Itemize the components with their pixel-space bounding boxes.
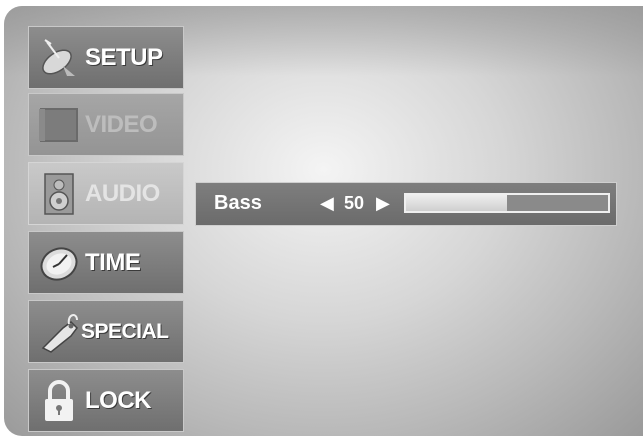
menu-item-label: VIDEO <box>85 110 158 138</box>
menu-item-label: SETUP <box>85 43 163 71</box>
speaker-icon <box>37 172 81 216</box>
menu-item-label: LOCK <box>85 386 152 414</box>
increase-arrow-icon[interactable]: ▶ <box>376 193 390 214</box>
monitor-icon <box>37 103 81 147</box>
osd-screen: SETUP VIDEO AUDIO TIME SPECIAL LOCK Bass… <box>4 6 643 436</box>
decrease-arrow-icon[interactable]: ◀ <box>320 193 334 214</box>
menu-item-special[interactable]: SPECIAL <box>28 300 184 363</box>
padlock-icon <box>37 379 81 423</box>
satellite-dish-icon <box>37 36 81 80</box>
menu-item-time[interactable]: TIME <box>28 231 184 294</box>
menu-item-lock[interactable]: LOCK <box>28 369 184 432</box>
menu-item-setup[interactable]: SETUP <box>28 26 184 89</box>
bass-slider-fill <box>406 195 507 211</box>
menu-item-label: AUDIO <box>85 179 160 207</box>
menu-item-label: SPECIAL <box>81 319 169 343</box>
menu-item-video[interactable]: VIDEO <box>28 93 184 156</box>
bass-value: 50 <box>344 193 365 213</box>
clock-icon <box>37 241 81 285</box>
bass-setting-row[interactable]: Bass ◀ 50 ▶ <box>195 182 617 226</box>
menu-item-label: TIME <box>85 248 141 276</box>
menu-item-audio[interactable]: AUDIO <box>28 162 184 225</box>
tag-icon <box>37 310 81 354</box>
bass-label: Bass <box>214 192 262 214</box>
bass-slider[interactable] <box>404 193 610 213</box>
